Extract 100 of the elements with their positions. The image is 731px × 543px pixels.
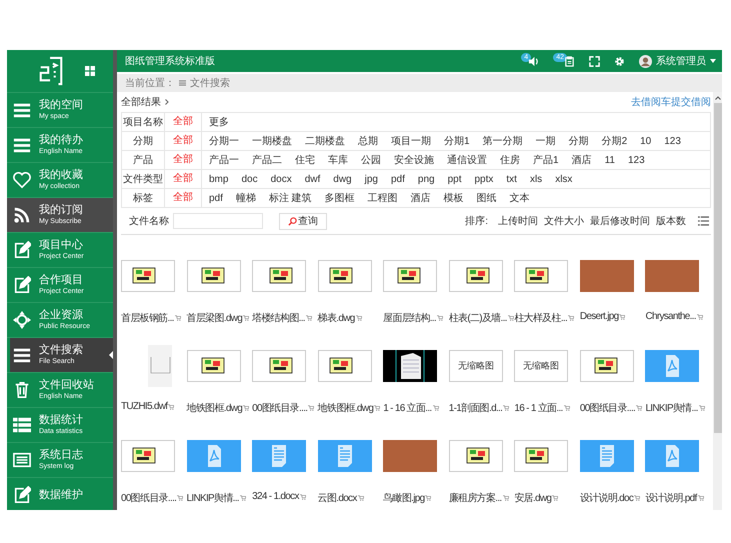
filter-option[interactable]: xls — [530, 174, 542, 184]
filter-option[interactable]: 酒店 — [572, 153, 592, 167]
cart-icon[interactable] — [174, 315, 181, 321]
no-thumbnail[interactable]: 无缩略图 — [448, 350, 503, 382]
filter-option[interactable]: 分期 — [568, 134, 589, 148]
filter-option[interactable]: 多图框 — [324, 191, 355, 205]
filter-option[interactable]: dwg — [333, 174, 352, 184]
borrow-link[interactable]: 去借阅车提交借阅 — [631, 95, 711, 109]
drawing-thumbnail[interactable] — [318, 260, 372, 292]
file-name[interactable]: 鸟瞰图.jpg — [383, 491, 424, 505]
filter-option[interactable]: 通信设置 — [447, 153, 487, 167]
cart-icon[interactable] — [502, 495, 509, 501]
file-name[interactable]: 柱表(二)及墙... — [448, 311, 507, 325]
filter-option[interactable]: 模板 — [444, 191, 464, 205]
drawing-thumbnail[interactable] — [121, 440, 175, 472]
document-icon[interactable] — [564, 56, 575, 66]
filter-option[interactable]: 全部 — [165, 113, 202, 131]
filter-option[interactable]: 分期一 — [209, 134, 239, 148]
file-name[interactable]: LINKIP舆情... — [186, 491, 239, 505]
drawing-thumbnail[interactable] — [514, 260, 568, 292]
cart-icon[interactable] — [358, 495, 364, 501]
speaker-icon[interactable] — [528, 56, 540, 66]
cart-icon[interactable] — [564, 405, 570, 411]
file-name[interactable]: 屋面层结构... — [383, 311, 436, 325]
file-name[interactable]: TUZHI5.dwf — [121, 401, 168, 412]
scrollbar[interactable] — [713, 92, 722, 510]
filter-option[interactable]: 文本 — [510, 191, 530, 205]
cart-icon[interactable] — [552, 495, 558, 501]
filter-option[interactable]: pdf — [390, 174, 405, 184]
file-name-field[interactable] — [173, 213, 263, 229]
drawing-thumbnail[interactable] — [448, 260, 503, 292]
cart-icon[interactable] — [634, 495, 640, 501]
filter-option[interactable]: 123 — [628, 154, 645, 166]
filter-option[interactable]: 安全设施 — [394, 153, 434, 167]
file-name[interactable]: 00图纸目录.... — [252, 401, 308, 415]
cart-icon[interactable] — [503, 405, 510, 411]
cart-icon[interactable] — [698, 405, 705, 411]
avatar-icon[interactable] — [639, 54, 652, 68]
drawing-thumbnail[interactable] — [580, 350, 634, 382]
file-name[interactable]: 324 - 1.docx — [252, 491, 299, 502]
filter-option[interactable]: 总期 — [358, 134, 378, 148]
grid-icon[interactable] — [85, 66, 95, 76]
pdf-file-thumbnail[interactable] — [645, 350, 700, 382]
breadcrumb-current[interactable]: 文件搜索 — [190, 76, 230, 90]
filter-option[interactable]: 全部 — [165, 151, 202, 169]
sheet-thumbnail[interactable] — [145, 345, 175, 387]
drawing-thumbnail[interactable] — [252, 350, 306, 382]
cart-icon[interactable] — [374, 405, 380, 411]
filter-option[interactable]: 标注 建筑 — [268, 191, 312, 205]
filter-option[interactable]: bmp — [209, 174, 228, 184]
filter-option[interactable]: 幢梯 — [236, 191, 256, 205]
filter-option[interactable]: 全部 — [165, 170, 202, 188]
filter-option[interactable]: txt — [506, 174, 517, 184]
file-name[interactable]: 设计说明.doc — [580, 491, 634, 505]
drawing-thumbnail[interactable] — [383, 350, 438, 382]
cart-icon[interactable] — [698, 495, 704, 501]
filter-option[interactable]: 产品1 — [533, 153, 559, 167]
filter-option[interactable]: pdf — [209, 192, 223, 204]
cart-icon[interactable] — [425, 495, 432, 501]
cart-icon[interactable] — [432, 405, 439, 411]
filter-option[interactable]: 第一分期 — [482, 134, 523, 148]
file-name[interactable]: 地铁图框.dwg — [318, 401, 374, 415]
file-name[interactable]: 塔楼结构图... — [252, 311, 305, 325]
drawing-thumbnail[interactable] — [383, 260, 438, 292]
file-name[interactable]: 梯表.dwg — [318, 311, 355, 325]
sort-option[interactable]: 上传时间 — [498, 214, 538, 228]
file-name[interactable]: Chrysanthe... — [645, 311, 696, 322]
filter-option[interactable]: jpg — [364, 174, 378, 184]
caret-icon[interactable] — [710, 59, 716, 63]
cart-icon[interactable] — [636, 405, 642, 411]
filter-option[interactable]: 全部 — [165, 132, 202, 150]
filter-option[interactable]: 全部 — [165, 189, 202, 207]
file-name[interactable]: 云图.docx — [318, 491, 357, 505]
filter-option[interactable]: 分期1 — [444, 134, 470, 148]
cart-icon[interactable] — [306, 315, 312, 321]
file-name[interactable]: 设计说明.pdf — [645, 491, 697, 505]
cart-icon[interactable] — [619, 314, 626, 320]
cart-icon[interactable] — [696, 314, 703, 320]
filter-option[interactable]: 11 — [604, 154, 615, 166]
cart-icon[interactable] — [168, 404, 174, 410]
file-name[interactable]: 1-1剖面图.d... — [448, 401, 502, 415]
filter-option[interactable]: 住房 — [500, 153, 520, 167]
file-name[interactable]: 地铁图框.dwg — [186, 401, 242, 415]
cart-icon[interactable] — [356, 315, 362, 321]
file-name[interactable]: 1 - 16 立面... — [383, 401, 432, 415]
list-view-icon[interactable] — [698, 216, 709, 226]
file-name[interactable]: 廉租房方案... — [448, 491, 502, 505]
scroll-up-icon[interactable] — [714, 96, 720, 100]
drawing-thumbnail[interactable] — [186, 350, 241, 382]
filter-option[interactable]: 二期楼盘 — [305, 134, 345, 148]
drawing-thumbnail[interactable] — [121, 260, 175, 292]
cart-icon[interactable] — [177, 495, 184, 501]
filter-option[interactable]: docx — [270, 174, 292, 184]
drawing-thumbnail[interactable] — [186, 260, 241, 292]
filter-option[interactable]: 公园 — [361, 153, 381, 167]
filter-option[interactable]: 工程图 — [368, 191, 398, 205]
filter-option[interactable]: 车库 — [328, 153, 348, 167]
filter-option[interactable]: 产品一 — [209, 153, 239, 167]
filter-option[interactable]: 图纸 — [476, 191, 497, 205]
sort-option[interactable]: 文件大小 — [544, 214, 584, 228]
